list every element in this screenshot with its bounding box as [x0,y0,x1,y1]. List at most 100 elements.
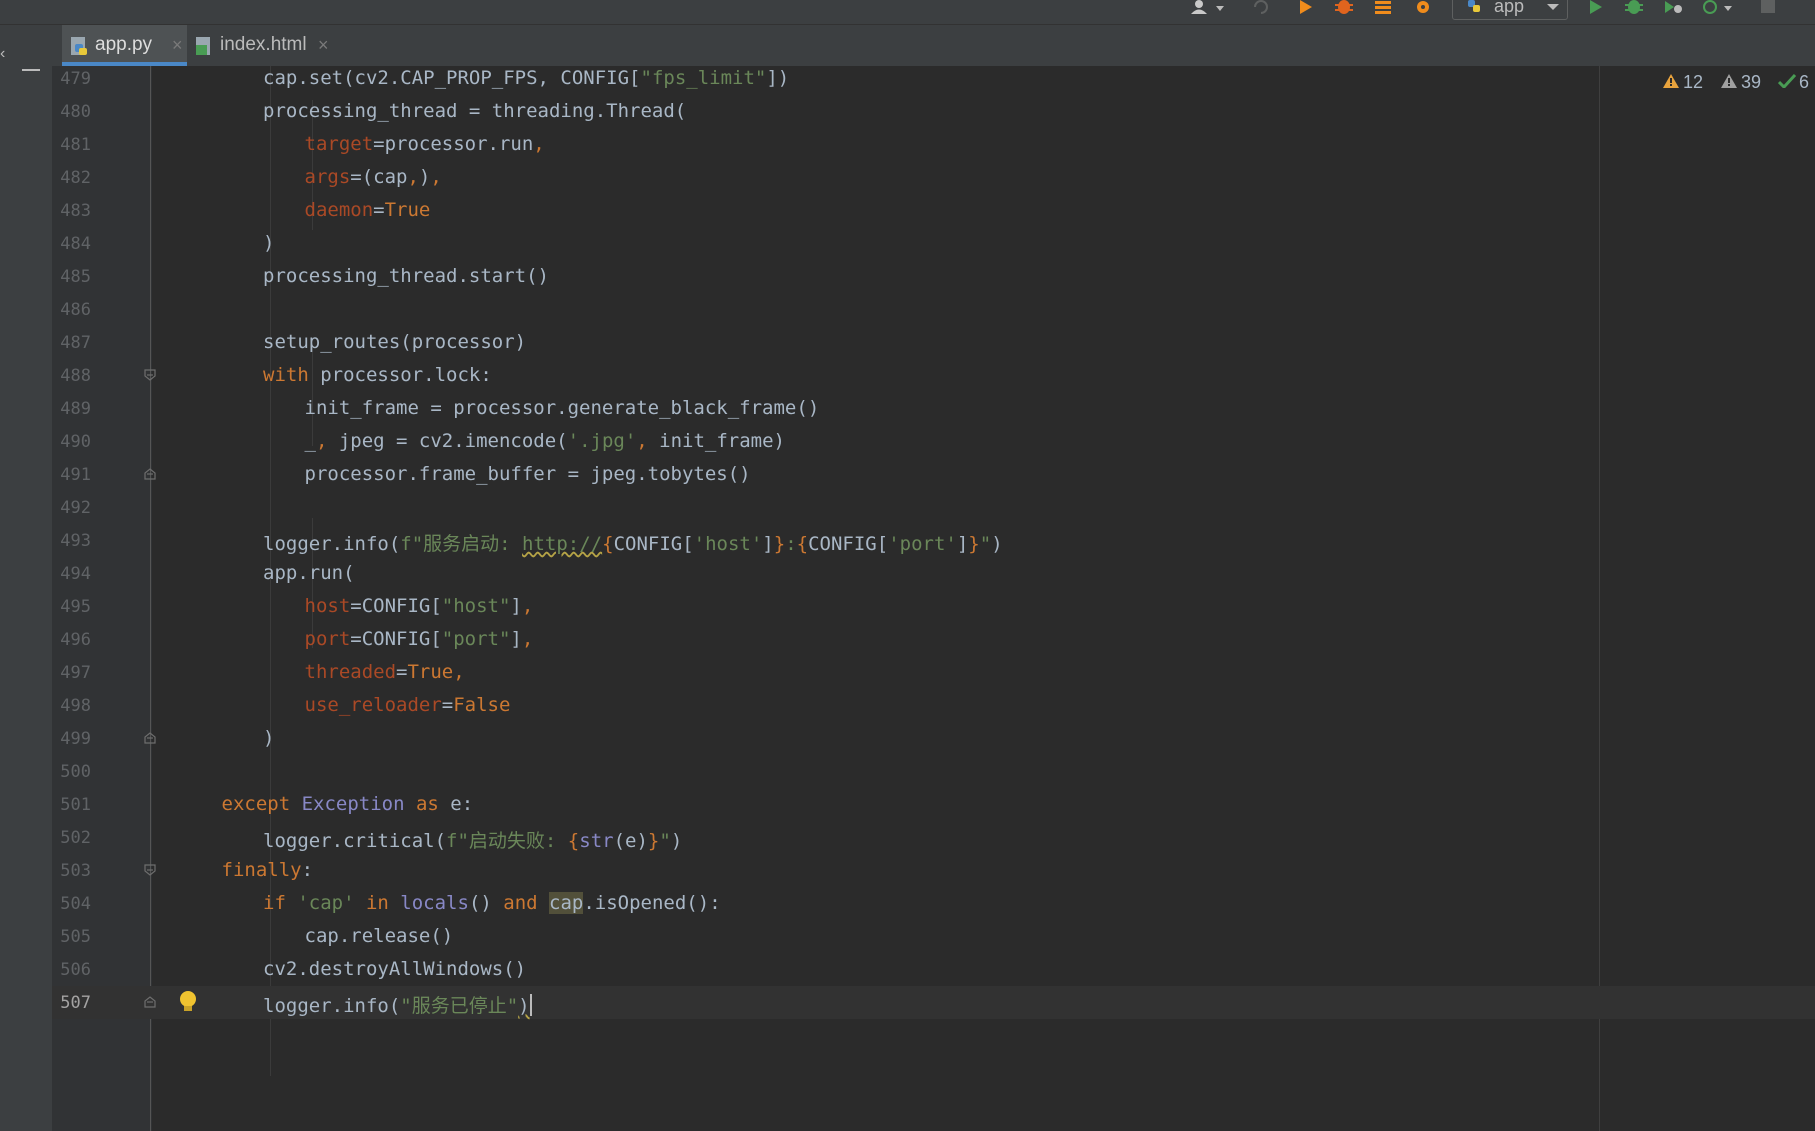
run-green-icon[interactable] [1588,0,1604,14]
run-configuration-selector[interactable]: app [1452,0,1568,20]
stop-icon[interactable] [1760,0,1776,14]
line-number: 494 [60,564,91,584]
code-line[interactable]: 500 [52,755,1815,788]
code-line[interactable]: 481 target=processor.run, [52,128,1815,161]
code-line[interactable]: 501 except Exception as e: [52,788,1815,821]
run-icon[interactable] [1298,0,1314,14]
code-line[interactable]: 488 with processor.lock: [52,359,1815,392]
code-token: CONFIG[ [613,533,694,555]
code-token: '.jpg' [567,430,637,452]
code-line[interactable]: 499) [52,722,1815,755]
code-token: ] [510,595,522,617]
code-line[interactable]: 507 logger.info("服务已停止") [52,986,1815,1019]
code-token: with [263,364,309,386]
code-text: port=CONFIG["port"], [305,628,534,650]
code-token: init_frame = processor.generate_black_fr… [304,397,820,419]
lightbulb-icon[interactable] [176,989,200,1015]
code-line[interactable]: 502 logger.critical(f"启动失败: {str(e)}") [52,821,1815,854]
code-line[interactable]: 506 cv2.destroyAllWindows() [52,953,1815,986]
code-line[interactable]: 489 init_frame = processor.generate_black… [52,392,1815,425]
code-token: logger.info( [263,995,401,1017]
line-number: 484 [60,234,91,254]
code-token: , [521,628,534,650]
close-icon[interactable]: × [172,25,183,65]
coverage-green-icon[interactable] [1662,0,1684,14]
code-line[interactable]: 496 port=CONFIG["port"], [52,623,1815,656]
weak-warning-icon [1721,72,1737,93]
code-token: } [647,830,660,852]
code-text: cap.release() [305,925,454,947]
code-token: ] [762,533,774,555]
close-icon[interactable]: × [318,25,329,65]
line-number: 499 [60,729,91,749]
code-token: f"启动失败: [446,830,568,852]
code-token: } [968,533,980,555]
code-token: except [221,793,302,815]
code-line[interactable]: 483 daemon=True [52,194,1815,227]
code-text: init_frame = processor.generate_black_fr… [305,397,820,419]
fold-marker-icon[interactable] [144,864,156,876]
html-file-icon [196,37,210,55]
code-line[interactable]: 505 cap.release() [52,920,1815,953]
profile-green-icon[interactable] [1700,0,1736,14]
code-text: app.run( [263,562,355,584]
code-line[interactable]: 487 setup_routes(processor) [52,326,1815,359]
code-token: = [373,199,385,221]
code-token: True [384,199,431,221]
code-line[interactable]: 498 use_reloader=False [52,689,1815,722]
code-token: , [430,166,442,188]
refresh-icon[interactable] [1252,0,1270,14]
code-text: if 'cap' in locals() and cap.isOpened(): [263,892,721,914]
code-line[interactable]: 492 [52,491,1815,524]
debug-green-icon[interactable] [1624,0,1644,14]
code-line[interactable]: 495 host=CONFIG["host"], [52,590,1815,623]
code-line[interactable]: 504 if 'cap' in locals() and cap.isOpened… [52,887,1815,920]
fold-marker-icon[interactable] [144,996,156,1008]
code-token: , [407,166,419,188]
line-number: 489 [60,399,91,419]
minimize-icon[interactable] [22,69,40,71]
profile-icon[interactable] [1412,0,1434,14]
fold-marker-icon[interactable] [144,468,156,480]
code-line[interactable]: 503 finally: [52,854,1815,887]
code-token: False [453,694,511,716]
code-token: "host" [441,595,511,617]
code-token: "服务已停止" [400,995,519,1017]
chevron-left-icon[interactable]: ‹ [0,45,5,63]
code-text: processing_thread.start() [263,265,549,287]
main-toolbar: app [0,0,1815,25]
code-token: 'port' [888,533,957,555]
code-text: threaded=True, [305,661,465,683]
code-line[interactable]: 480 processing_thread = threading.Thread( [52,95,1815,128]
code-line[interactable]: 486 [52,293,1815,326]
code-token: f"服务启动: [400,533,523,555]
code-token: =(cap [350,166,408,188]
code-line[interactable]: 479 cap.set(cv2.CAP_PROP_FPS, CONFIG["fps… [52,62,1815,95]
code-line[interactable]: 493 logger.info(f"服务启动: http://{CONFIG['h… [52,524,1815,557]
code-line[interactable]: 497 threaded=True, [52,656,1815,689]
code-line[interactable]: 494 app.run( [52,557,1815,590]
line-number: 498 [60,696,91,716]
code-line[interactable]: 491 processor.frame_buffer = jpeg.tobytes… [52,458,1815,491]
line-number: 482 [60,168,91,188]
tab-index-html[interactable]: index.html × [187,25,342,66]
fold-marker-icon[interactable] [144,732,156,744]
code-line[interactable]: 482 args=(cap,), [52,161,1815,194]
code-line[interactable]: 490 _, jpeg = cv2.imencode('.jpg', init_f… [52,425,1815,458]
warning-count: 12 [1683,72,1704,92]
code-text: logger.critical(f"启动失败: {str(e)}") [263,826,682,853]
debug-icon[interactable] [1334,0,1354,14]
code-token: CONFIG[ [808,533,889,555]
code-editor[interactable]: 479 cap.set(cv2.CAP_PROP_FPS, CONFIG["fps… [52,66,1815,1131]
line-number: 485 [60,267,91,287]
code-line[interactable]: 484) [52,227,1815,260]
code-line[interactable]: 485 processing_thread.start() [52,260,1815,293]
code-token: logger.critical( [263,830,447,852]
tab-app-py[interactable]: app.py × [62,25,187,66]
coverage-icon[interactable] [1374,0,1392,14]
line-number: 486 [60,300,91,320]
code-text: processing_thread = threading.Thread( [263,100,686,122]
user-icon[interactable] [1190,0,1228,14]
run-config-python-icon [1468,0,1480,12]
fold-marker-icon[interactable] [144,369,156,381]
